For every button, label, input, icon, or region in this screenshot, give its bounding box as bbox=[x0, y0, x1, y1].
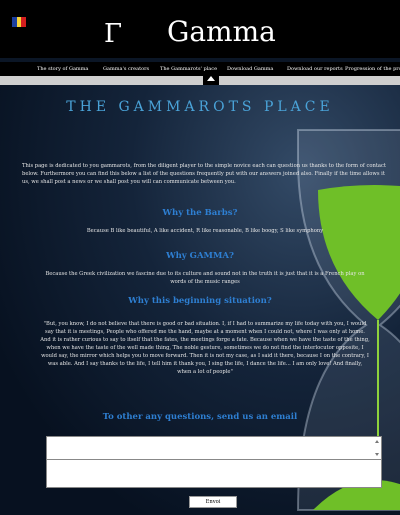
header: Γ Gamma bbox=[0, 0, 400, 58]
nav-item-creators[interactable]: Gamma's creators bbox=[103, 65, 149, 73]
gamma-logo: Γ bbox=[104, 19, 123, 49]
site-title: Gamma bbox=[167, 15, 276, 48]
french-flag-icon[interactable] bbox=[12, 17, 27, 27]
nav-divider bbox=[0, 76, 400, 85]
faq-answer: Because the Greek civilization we fascin… bbox=[45, 271, 365, 285]
contact-heading: To other any questions, send us an email bbox=[102, 412, 298, 422]
faq-question: Why GAMMA? bbox=[166, 251, 234, 261]
faq-answer: Because B like beautiful, A like acciden… bbox=[86, 228, 324, 234]
page-title: THE GAMMAROTS PLACE bbox=[66, 99, 334, 115]
faq-question: Why this beginning situation? bbox=[128, 296, 272, 306]
email-input[interactable] bbox=[46, 436, 382, 460]
main-content: THE GAMMAROTS PLACE This page is dedicat… bbox=[0, 85, 400, 515]
nav-item-download-reports[interactable]: Download our reports bbox=[287, 65, 343, 73]
main-nav: The story of Gamma Gamma's creators The … bbox=[0, 62, 400, 76]
intro-text: This page is dedicated to you gammarots,… bbox=[22, 163, 386, 185]
nav-item-progression[interactable]: Progression of the project bbox=[345, 65, 400, 73]
message-field[interactable] bbox=[46, 459, 382, 488]
faq-answer: "But, you know, I do not believe that th… bbox=[40, 321, 370, 375]
collapse-nav-button[interactable] bbox=[203, 72, 219, 85]
nav-item-story[interactable]: The story of Gamma bbox=[37, 65, 88, 73]
faq-question: Why the Barbs? bbox=[162, 208, 238, 218]
triangle-up-icon bbox=[207, 76, 215, 81]
nav-item-download-gamma[interactable]: Download Gamma bbox=[227, 65, 273, 73]
scrollbar[interactable] bbox=[374, 438, 380, 458]
send-button[interactable]: Envoi bbox=[189, 496, 237, 508]
